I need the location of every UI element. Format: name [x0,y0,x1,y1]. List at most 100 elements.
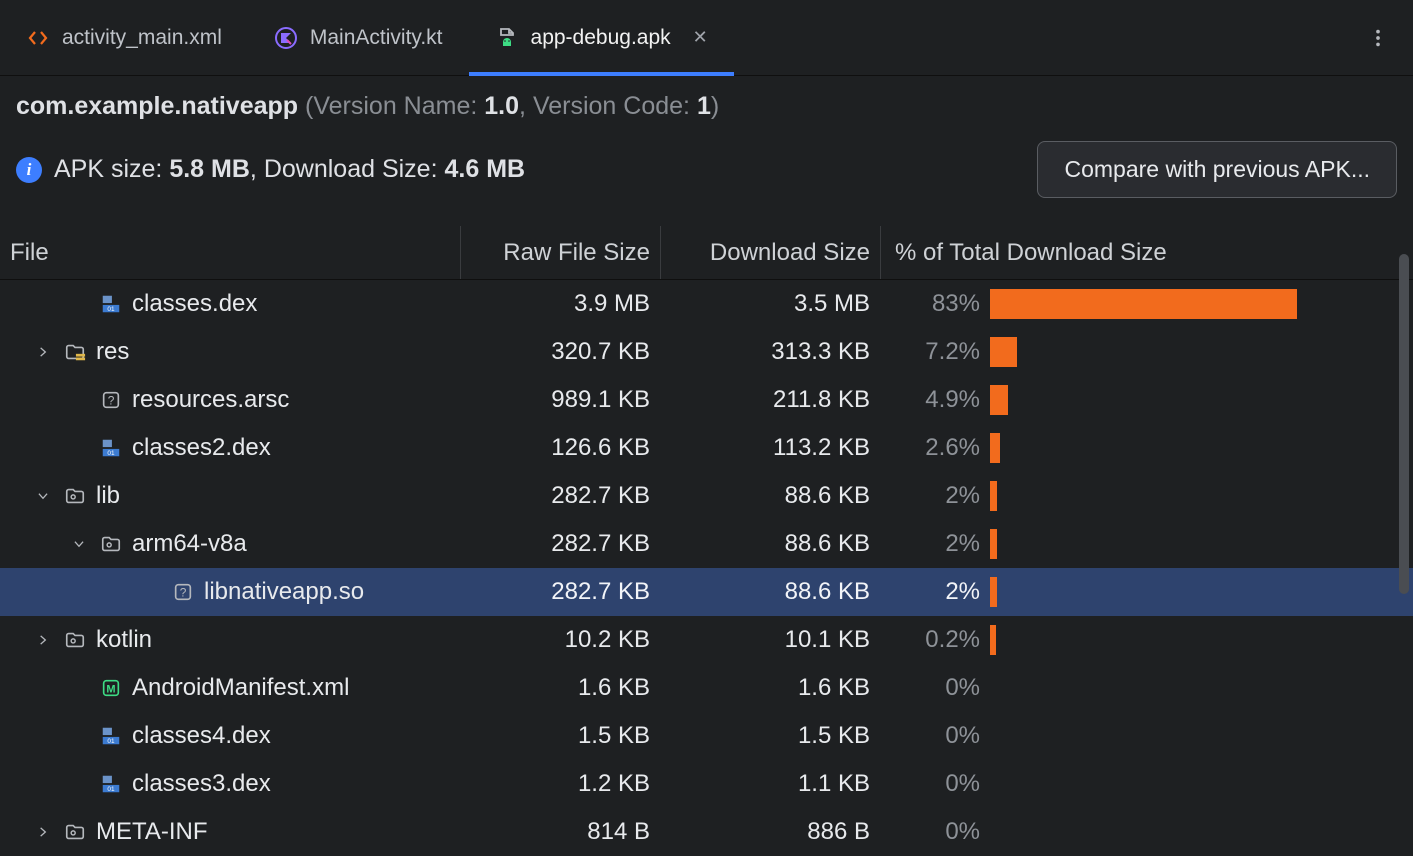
download-size: 1.6 KB [660,674,880,702]
raw-size: 282.7 KB [460,530,660,558]
pct-value: 2.6% [880,434,990,462]
pct-value: 7.2% [880,338,990,366]
pct-bar-cell [990,433,1400,463]
file-name: classes2.dex [132,434,271,462]
folder-res-icon [64,341,86,363]
table-header: File Raw File Size Download Size % of To… [0,226,1413,280]
pct-value: 0% [880,818,990,846]
table-row[interactable]: 01classes.dex3.9 MB3.5 MB83% [0,280,1413,328]
download-size: 211.8 KB [660,386,880,414]
raw-size: 814 B [460,818,660,846]
download-size: 313.3 KB [660,338,880,366]
col-pct[interactable]: % of Total Download Size [880,226,1400,279]
chevron-right-icon[interactable] [36,345,54,359]
table-row[interactable]: 01classes2.dex126.6 KB113.2 KB2.6% [0,424,1413,472]
table-row[interactable]: arm64-v8a282.7 KB88.6 KB2% [0,520,1413,568]
pct-value: 4.9% [880,386,990,414]
pct-bar-cell [990,817,1400,847]
file-name: res [96,338,129,366]
download-size: 88.6 KB [660,578,880,606]
pct-value: 0.2% [880,626,990,654]
file-cell: kotlin [0,626,460,654]
svg-text:01: 01 [107,738,115,745]
raw-size: 1.6 KB [460,674,660,702]
folder-icon [64,485,86,507]
pct-value: 0% [880,674,990,702]
kotlin-file-icon [274,26,298,50]
raw-size: 282.7 KB [460,482,660,510]
pct-bar-cell [990,673,1400,703]
file-name: resources.arsc [132,386,289,414]
file-cell: 01classes3.dex [0,770,460,798]
pct-bar [990,481,997,511]
dex-icon: 01 [100,725,122,747]
file-name: kotlin [96,626,152,654]
pct-bar-cell [990,289,1400,319]
svg-text:?: ? [180,586,187,600]
file-cell: 01 classes2.dex [0,434,460,462]
pct-bar [990,625,996,655]
file-name: libnativeapp.so [204,578,364,606]
tab-mainactivity-kt[interactable]: MainActivity.kt [248,0,469,75]
pct-bar-cell [990,529,1400,559]
file-name: lib [96,482,120,510]
table-row[interactable]: lib282.7 KB88.6 KB2% [0,472,1413,520]
chevron-down-icon[interactable] [36,489,54,503]
pct-bar-cell [990,337,1400,367]
raw-size: 282.7 KB [460,578,660,606]
package-line: com.example.nativeapp (Version Name: 1.0… [16,92,1397,121]
folder-icon [64,629,86,651]
folder-icon [100,533,122,555]
table-row[interactable]: 01classes4.dex1.5 KB1.5 KB0% [0,712,1413,760]
file-name: classes4.dex [132,722,271,750]
col-download-size[interactable]: Download Size [660,226,880,279]
chevron-right-icon[interactable] [36,825,54,839]
file-name: META-INF [96,818,208,846]
download-size: 88.6 KB [660,530,880,558]
pct-value: 0% [880,770,990,798]
svg-text:M: M [106,684,115,696]
table-row[interactable]: META-INF814 B886 B0% [0,808,1413,856]
table-body: 01classes.dex3.9 MB3.5 MB83%res320.7 KB3… [0,280,1413,856]
compare-apk-button[interactable]: Compare with previous APK... [1037,141,1397,198]
close-tab-icon[interactable]: ✕ [693,27,708,48]
dex-icon: 01 [100,437,122,459]
pct-bar-cell [990,577,1400,607]
file-cell: 01 classes4.dex [0,722,460,750]
tab-label: MainActivity.kt [310,26,443,50]
info-icon: i [16,157,42,183]
file-name: AndroidManifest.xml [132,674,349,702]
table-row[interactable]: ?libnativeapp.so282.7 KB88.6 KB2% [0,568,1413,616]
apk-contents-table: File Raw File Size Download Size % of To… [0,226,1413,856]
download-size: 10.1 KB [660,626,880,654]
tab-label: app-debug.apk [531,26,671,50]
tab-activity-main-xml[interactable]: activity_main.xml [0,0,248,75]
chevron-down-icon[interactable] [72,537,90,551]
apk-file-icon [495,26,519,50]
more-icon[interactable] [1343,27,1413,49]
pct-value: 2% [880,530,990,558]
file-cell: M AndroidManifest.xml [0,674,460,702]
tab-app-debug-apk[interactable]: app-debug.apk ✕ [469,0,734,75]
file-name: classes3.dex [132,770,271,798]
unknown-icon: ? [100,389,122,411]
file-cell: 01classes.dex [0,290,460,318]
pct-bar-cell [990,385,1400,415]
file-cell: lib [0,482,460,510]
table-row[interactable]: 01classes3.dex1.2 KB1.1 KB0% [0,760,1413,808]
pct-bar [990,289,1297,319]
table-row[interactable]: kotlin10.2 KB10.1 KB0.2% [0,616,1413,664]
download-size: 1.1 KB [660,770,880,798]
table-row[interactable]: MAndroidManifest.xml1.6 KB1.6 KB0% [0,664,1413,712]
editor-tabs: activity_main.xml MainActivity.kt app-debu… [0,0,1413,76]
vertical-scrollbar[interactable] [1399,254,1409,594]
chevron-right-icon[interactable] [36,633,54,647]
pct-bar-cell [990,769,1400,799]
dex-icon: 01 [100,293,122,315]
col-raw-size[interactable]: Raw File Size [460,226,660,279]
table-row[interactable]: res320.7 KB313.3 KB7.2% [0,328,1413,376]
svg-text:01: 01 [107,450,115,457]
table-row[interactable]: ?resources.arsc989.1 KB211.8 KB4.9% [0,376,1413,424]
col-file[interactable]: File [0,239,460,267]
pct-value: 83% [880,290,990,318]
